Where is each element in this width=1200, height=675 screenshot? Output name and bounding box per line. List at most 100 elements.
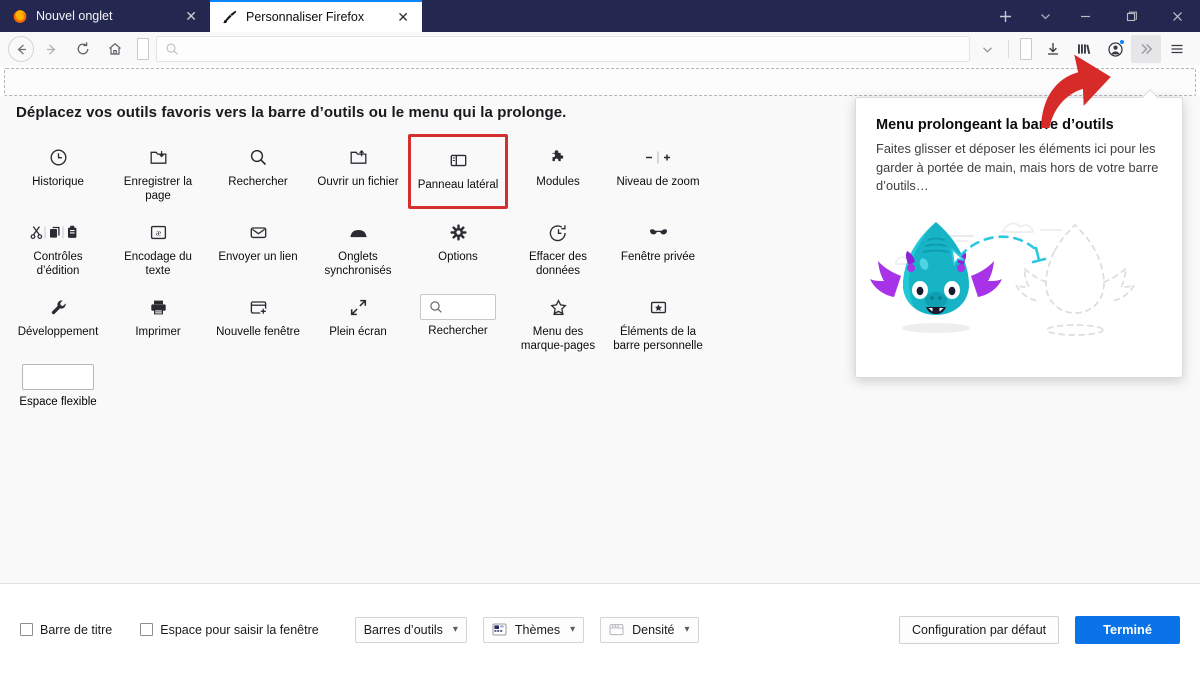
svg-text:æ: æ	[155, 228, 161, 237]
tab-close-icon[interactable]: ✕	[182, 7, 200, 25]
palette-item-developpement[interactable]: Développement	[8, 284, 108, 359]
reset-defaults-button[interactable]: Configuration par défaut	[899, 615, 1060, 644]
checkbox-box[interactable]	[140, 623, 154, 636]
chevron-down-icon: ▾	[684, 624, 690, 635]
save-page-icon	[149, 144, 168, 170]
palette-item-controles-edition[interactable]: Contrôles d’édition	[8, 209, 108, 284]
checkbox-espace-saisir-fenetre[interactable]: Espace pour saisir la fenêtre	[140, 623, 319, 637]
palette-item-label: Rechercher	[228, 176, 288, 188]
url-bar[interactable]	[156, 36, 970, 62]
palette-item-encodage-du-texte[interactable]: æ Encodage du texte	[108, 209, 208, 284]
palette-item-niveau-de-zoom[interactable]: Niveau de zoom	[608, 134, 708, 209]
forward-arrow-icon[interactable]	[36, 35, 66, 63]
density-icon	[609, 624, 624, 636]
tab-title: Personnaliser Firefox	[246, 10, 365, 24]
palette-item-label: Rechercher	[428, 325, 488, 337]
palette-item-search-box[interactable]: Rechercher	[408, 284, 508, 359]
panel-pointer-arrow	[1141, 89, 1159, 98]
toolbar-flexible-space-slot[interactable]	[137, 38, 149, 60]
palette-item-label: Encodage du texte	[124, 251, 192, 277]
palette-item-label: Modules	[536, 176, 580, 188]
dropdown-label: Barres d’outils	[363, 622, 443, 637]
tab-title: Nouvel onglet	[36, 9, 113, 23]
palette-item-label: Imprimer	[135, 326, 181, 338]
firefox-customize-window: Nouvel onglet ✕ Personnaliser Firefox ✕	[0, 0, 1200, 675]
dropdown-themes[interactable]: Thèmes ▾	[482, 616, 585, 643]
forget-history-icon	[549, 219, 568, 245]
palette-item-espace-flexible[interactable]: Espace flexible	[8, 364, 108, 410]
checkbox-box[interactable]	[20, 623, 33, 636]
palette-item-label: Espace flexible	[19, 396, 97, 408]
palette-item-plein-ecran[interactable]: Plein écran	[308, 284, 408, 359]
panel-description: Faites glisser et déposer les éléments i…	[876, 141, 1159, 193]
red-annotation-arrow	[1030, 50, 1130, 131]
palette-item-panneau-lateral[interactable]: Panneau latéral	[408, 134, 508, 209]
palette-item-label: Effacer des données	[529, 251, 587, 277]
palette-item-label: Panneau latéral	[417, 179, 499, 191]
new-window-icon	[249, 294, 268, 320]
search-box-widget[interactable]	[420, 294, 496, 320]
reload-icon[interactable]	[68, 35, 98, 63]
palette-item-label: Plein écran	[329, 326, 387, 338]
tab-nouvel-onglet[interactable]: Nouvel onglet ✕	[0, 0, 210, 32]
private-window-mask-icon	[647, 219, 670, 245]
paintbrush-icon	[223, 10, 237, 24]
toolbar-separator	[1008, 40, 1009, 58]
palette-item-label: Menu des marque-pages	[520, 326, 596, 352]
palette-item-modules[interactable]: Modules	[508, 134, 608, 209]
dropdown-barres-doutils[interactable]: Barres d’outils ▾	[354, 616, 467, 643]
minimize-button[interactable]	[1062, 0, 1108, 32]
hamburger-menu-icon[interactable]	[1162, 35, 1192, 63]
new-tab-button[interactable]	[982, 0, 1028, 32]
palette-item-imprimer[interactable]: Imprimer	[108, 284, 208, 359]
palette-item-onglets-synchronises[interactable]: Onglets synchronisés	[308, 209, 408, 284]
palette-item-rechercher[interactable]: Rechercher	[208, 134, 308, 209]
checkbox-barre-de-titre[interactable]: Barre de titre	[20, 623, 112, 637]
palette-item-label: Développement	[17, 326, 99, 338]
themes-icon	[492, 623, 507, 636]
palette-item-fenetre-privee[interactable]: Fenêtre privée	[608, 209, 708, 284]
home-icon[interactable]	[100, 35, 130, 63]
palette-item-nouvelle-fenetre[interactable]: Nouvelle fenêtre	[208, 284, 308, 359]
fullscreen-icon	[349, 294, 368, 320]
maximize-button[interactable]	[1108, 0, 1154, 32]
tab-list-chevron-down-icon[interactable]	[1028, 0, 1062, 32]
overflow-menu-icon[interactable]	[1131, 35, 1161, 63]
palette-item-enregistrer-la-page[interactable]: Enregistrer la page	[108, 134, 208, 209]
palette-item-options[interactable]: Options	[408, 209, 508, 284]
drag-drop-creature-illustration	[856, 208, 1184, 373]
tab-close-icon[interactable]: ✕	[394, 8, 412, 26]
urlbar-chevron-down-icon[interactable]	[972, 35, 1002, 63]
palette-item-historique[interactable]: Historique	[8, 134, 108, 209]
bottom-toolbar: Barre de titre Espace pour saisir la fen…	[0, 583, 1200, 675]
chevron-down-icon: ▾	[452, 624, 458, 635]
palette-item-effacer-des-donnees[interactable]: Effacer des données	[508, 209, 608, 284]
chevron-down-icon: ▾	[570, 624, 576, 635]
palette-item-label: Options	[438, 251, 478, 263]
palette-item-elements-barre-personnelle[interactable]: Éléments de la barre personnelle	[608, 284, 708, 359]
palette-item-label: Fenêtre privée	[620, 251, 696, 263]
back-arrow-icon[interactable]	[8, 36, 34, 62]
bookmarks-toolbar-items-icon	[649, 294, 668, 320]
bookmarks-star-icon	[549, 294, 568, 320]
toolbar-drop-target[interactable]	[4, 68, 1196, 96]
close-window-button[interactable]	[1154, 0, 1200, 32]
palette-item-menu-des-marque-pages[interactable]: Menu des marque-pages	[508, 284, 608, 359]
dropdown-densite[interactable]: Densité ▾	[600, 616, 699, 643]
email-link-icon	[249, 219, 268, 245]
page-title: Déplacez vos outils favoris vers la barr…	[16, 104, 567, 121]
open-file-icon	[349, 144, 368, 170]
tool-palette: Historique Enregistrer la page Recherche…	[8, 134, 708, 359]
palette-item-label: Niveau de zoom	[616, 176, 700, 188]
done-button[interactable]: Terminé	[1075, 615, 1180, 644]
flexible-space-widget[interactable]	[22, 364, 94, 390]
tab-personnaliser-firefox[interactable]: Personnaliser Firefox ✕	[210, 0, 422, 32]
navigation-toolbar	[0, 32, 1200, 66]
palette-item-label: Onglets synchronisés	[324, 251, 392, 277]
sidebar-icon	[449, 147, 468, 173]
addons-puzzle-icon	[549, 144, 568, 170]
window-controls	[982, 0, 1200, 32]
palette-item-ouvrir-un-fichier[interactable]: Ouvrir un fichier	[308, 134, 408, 209]
dropdown-label: Densité	[632, 622, 675, 637]
palette-item-envoyer-un-lien[interactable]: Envoyer un lien	[208, 209, 308, 284]
